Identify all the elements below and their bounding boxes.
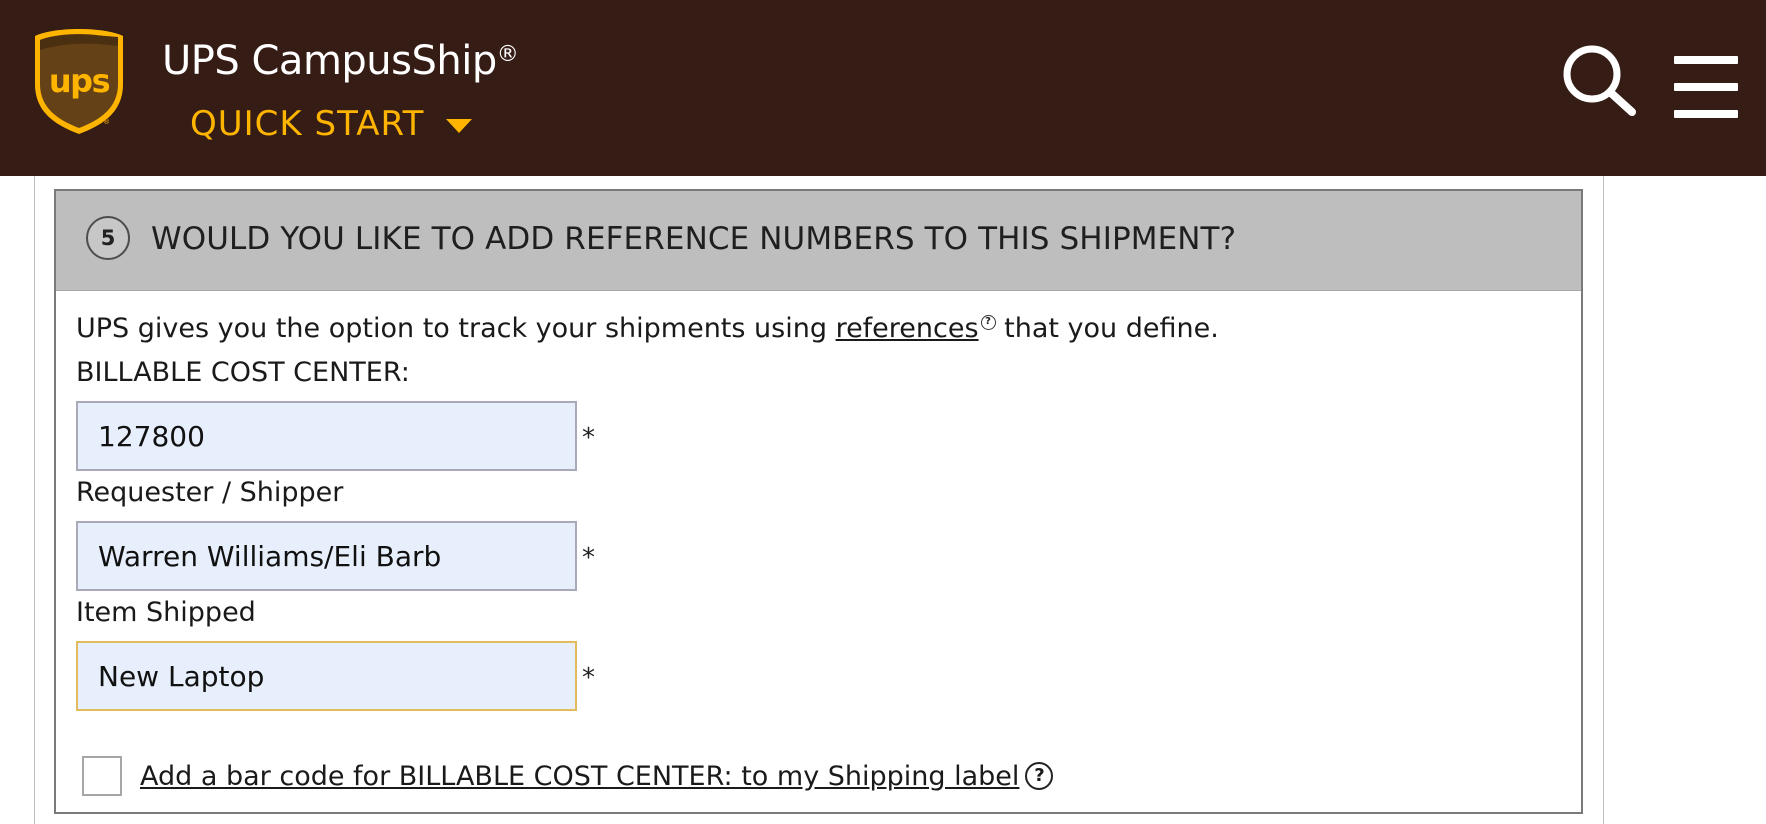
barcode-option-row: Add a bar code for BILLABLE COST CENTER:… [82,756,1054,796]
requester-shipper-input[interactable] [76,521,577,591]
ups-shield-logo[interactable]: ups ® [33,26,125,136]
required-star-icon: * [582,543,595,573]
svg-text:®: ® [103,118,110,126]
intro-prefix: UPS gives you the option to track your s… [76,313,836,344]
billable-cost-center-input[interactable] [76,401,577,471]
search-icon[interactable] [1562,44,1638,118]
registered-mark: ® [496,42,519,67]
section-header: 5 WOULD YOU LIKE TO ADD REFERENCE NUMBER… [56,191,1581,291]
reference-numbers-panel: 5 WOULD YOU LIKE TO ADD REFERENCE NUMBER… [54,189,1583,814]
intro-suffix: that you define. [995,313,1219,344]
barcode-checkbox[interactable] [82,756,122,796]
billable-cost-center-label: BILLABLE COST CENTER: [76,357,410,388]
quick-start-label: QUICK START [190,104,425,144]
app-title: UPS CampusShip® [162,38,519,84]
references-link[interactable]: references [836,313,979,344]
step-number-badge: 5 [86,216,130,260]
item-shipped-label: Item Shipped [76,597,256,628]
required-star-icon: * [582,663,595,693]
section-title: WOULD YOU LIKE TO ADD REFERENCE NUMBERS … [151,221,1237,257]
top-bar: ups ® UPS CampusShip® QUICK START [0,0,1766,176]
required-star-icon: * [582,423,595,453]
item-shipped-input[interactable] [76,641,577,711]
intro-text: UPS gives you the option to track your s… [76,313,1219,344]
help-icon[interactable]: ? [980,315,996,330]
help-icon[interactable]: ? [1025,762,1054,790]
app-title-text: UPS CampusShip [162,38,497,84]
hamburger-menu-icon[interactable] [1674,56,1738,118]
quick-start-menu[interactable]: QUICK START [190,104,473,144]
barcode-option-label[interactable]: Add a bar code for BILLABLE COST CENTER:… [140,761,1019,792]
svg-text:ups: ups [49,62,110,100]
requester-shipper-label: Requester / Shipper [76,477,344,508]
chevron-down-icon [446,119,473,133]
